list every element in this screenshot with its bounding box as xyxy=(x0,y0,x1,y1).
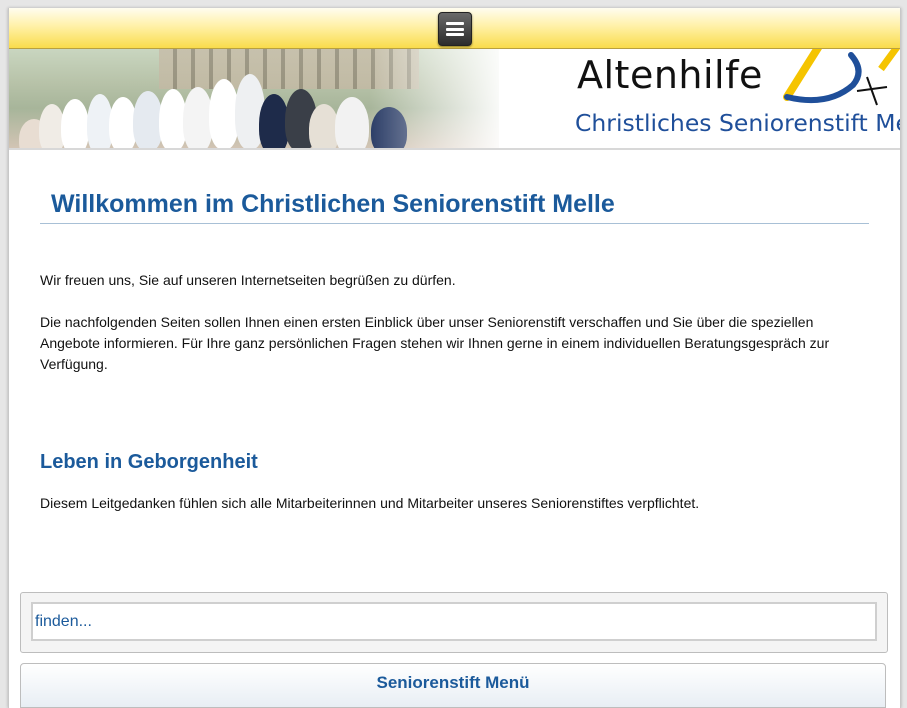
section-text: Diesem Leitgedanken fühlen sich alle Mit… xyxy=(40,495,700,511)
title-divider xyxy=(40,223,869,224)
logo-mark-icon xyxy=(773,49,900,114)
seniorenstift-menu-button[interactable]: Seniorenstift Menü xyxy=(20,663,886,708)
logo-subtitle: Christliches Seniorenstift Melle xyxy=(575,109,900,137)
section-heading: Leben in Geborgenheit xyxy=(40,451,258,473)
page-title: Willkommen im Christlichen Seniorenstift… xyxy=(51,190,615,218)
welcome-paragraph: Wir freuen uns, Sie auf unseren Internet… xyxy=(40,272,456,288)
staff-group-photo xyxy=(9,49,509,148)
hamburger-menu-icon xyxy=(446,22,464,36)
search-panel xyxy=(20,592,888,653)
menu-toggle-button[interactable] xyxy=(438,12,472,46)
logo-title: Altenhilfe xyxy=(577,53,763,97)
search-input[interactable] xyxy=(31,602,877,641)
menu-label: Seniorenstift Menü xyxy=(376,673,530,692)
site-header: Altenhilfe Christliches Seniorenstift Me… xyxy=(9,49,900,150)
page-frame: Altenhilfe Christliches Seniorenstift Me… xyxy=(8,8,901,708)
intro-paragraph: Die nachfolgenden Seiten sollen Ihnen ei… xyxy=(40,314,830,372)
top-toolbar xyxy=(9,8,900,49)
